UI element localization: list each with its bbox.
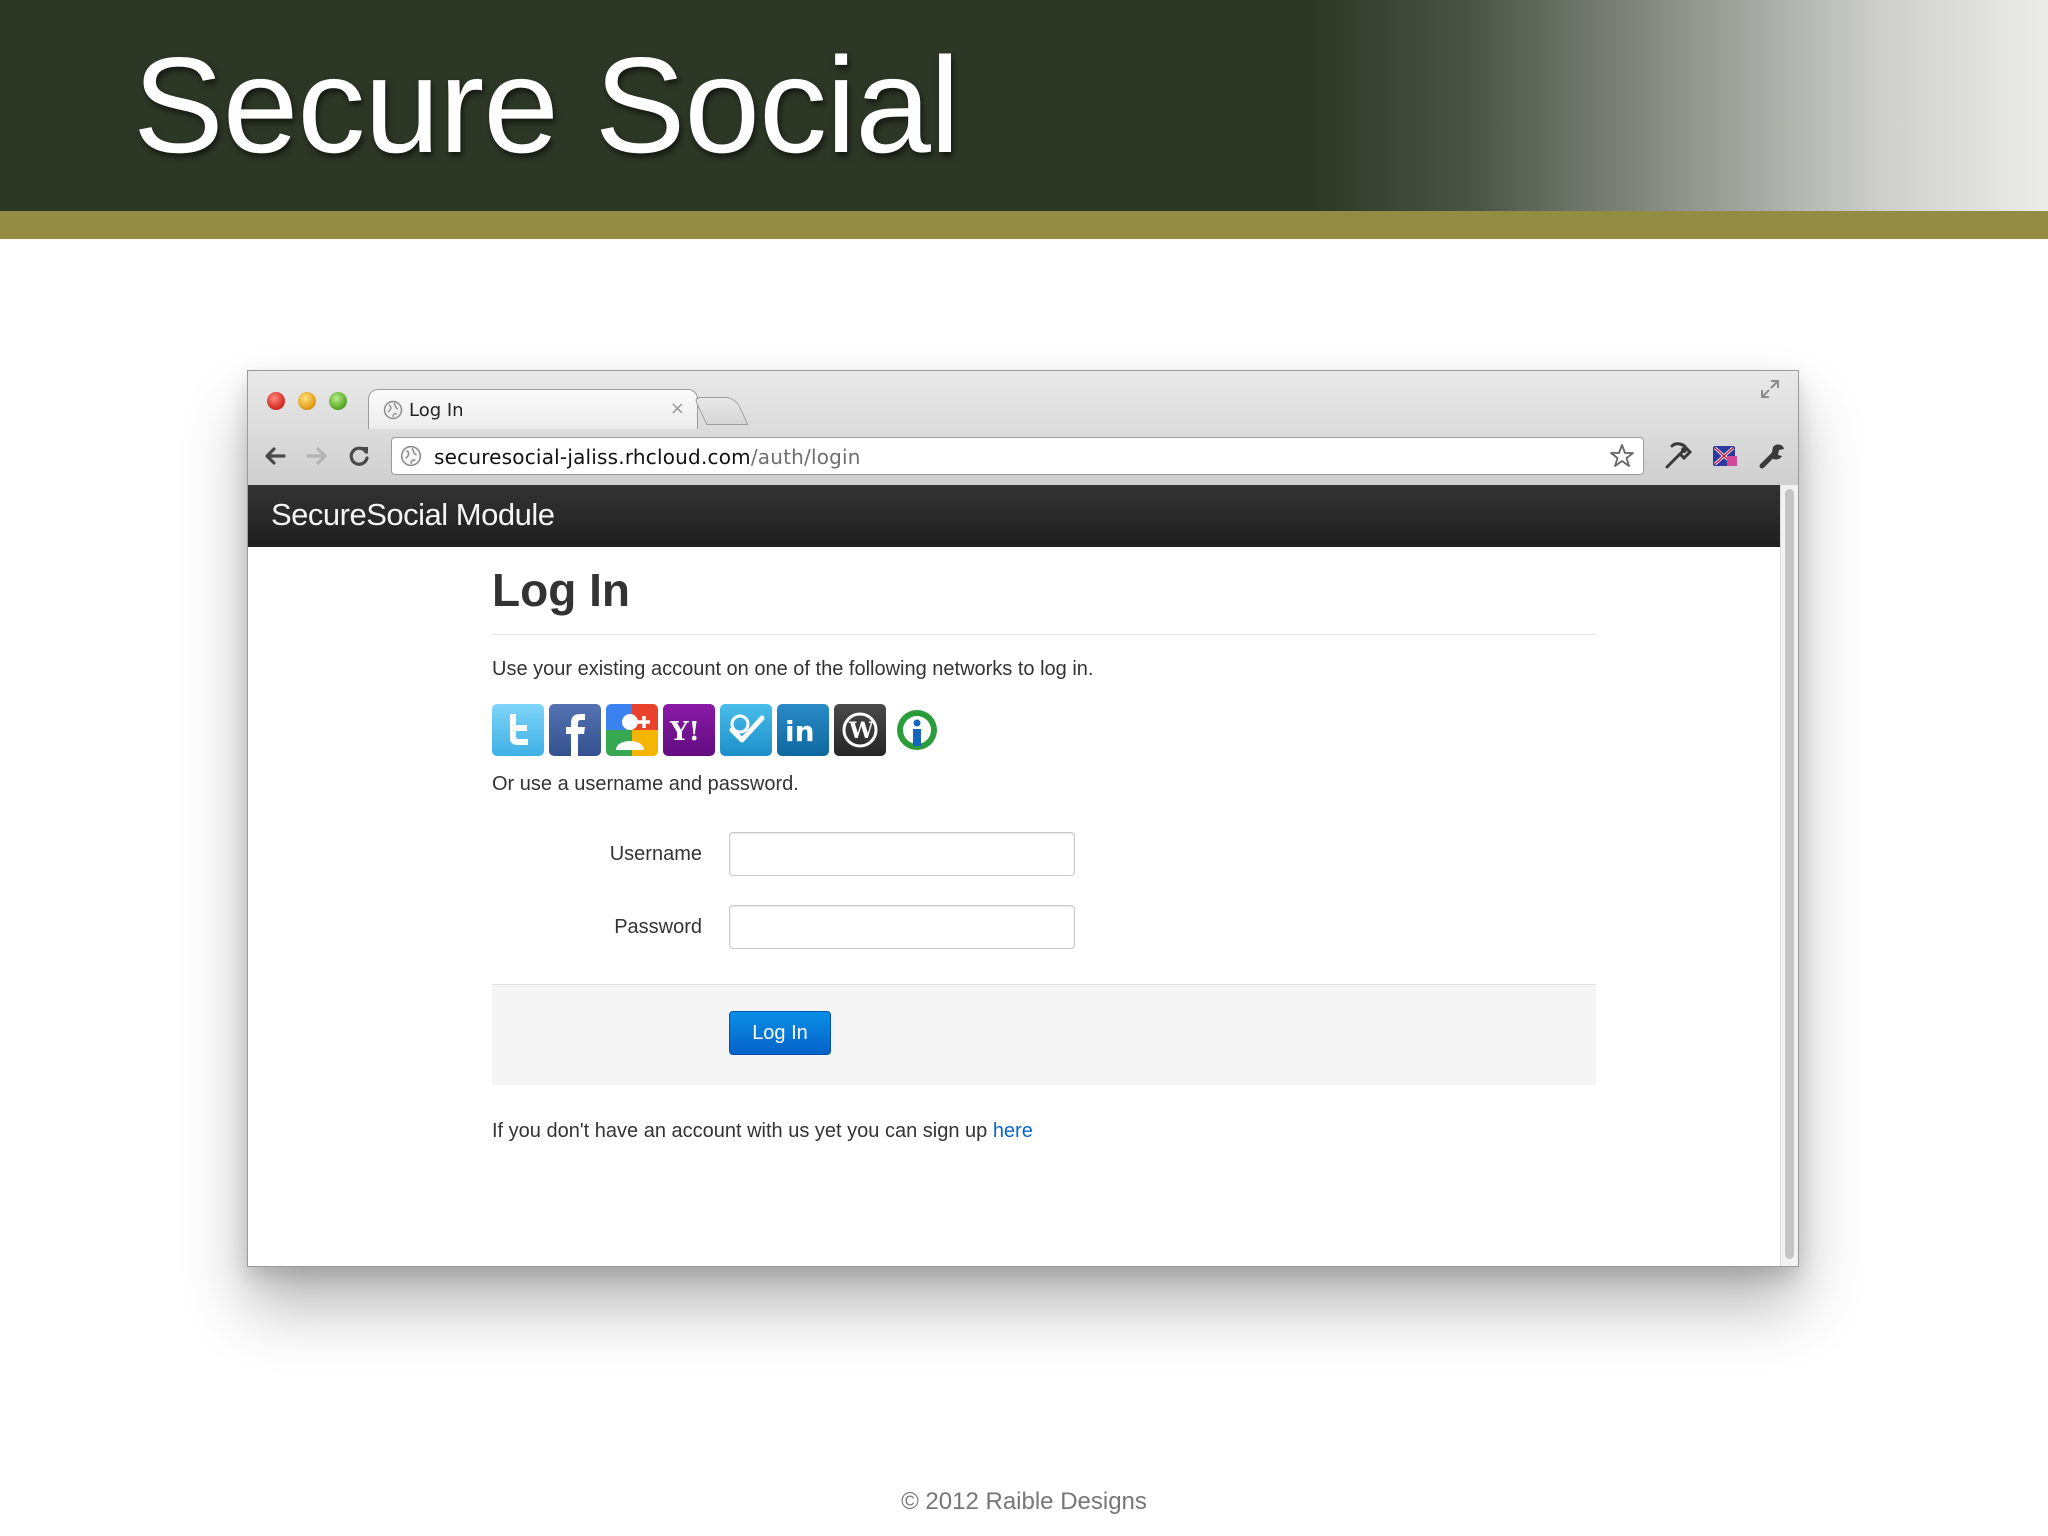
scrollbar-thumb[interactable] — [1785, 489, 1794, 1259]
extension-tools-icon[interactable] — [1662, 440, 1694, 472]
browser-chrome: Log In × securesocial-jaliss.rhcloud.com… — [248, 371, 1798, 486]
globe-icon — [400, 445, 422, 467]
extension-flag-icon[interactable] — [1709, 440, 1741, 472]
forward-arrow-icon[interactable] — [302, 441, 332, 471]
linkedin-icon[interactable]: in — [777, 704, 829, 756]
brand-link[interactable]: SecureSocial Module — [271, 497, 555, 533]
fullscreen-icon[interactable] — [1758, 377, 1782, 401]
yahoo-icon[interactable]: Y! — [663, 704, 715, 756]
slide-title: Secure Social — [133, 29, 960, 181]
svg-text:W: W — [848, 718, 874, 744]
divider — [492, 634, 1596, 635]
svg-text:in: in — [785, 715, 815, 748]
wordpress-icon[interactable]: W — [834, 704, 886, 756]
password-row: Password — [492, 905, 1092, 949]
reload-icon[interactable] — [344, 441, 374, 471]
header-stripe — [0, 211, 2048, 239]
intro-text: Use your existing account on one of the … — [492, 658, 1094, 680]
page-viewport: SecureSocial Module Log In Use your exis… — [248, 485, 1780, 1266]
twitter-icon[interactable] — [492, 704, 544, 756]
signup-text: If you don't have an account with us yet… — [492, 1120, 1033, 1143]
close-window-button[interactable] — [267, 392, 285, 410]
globe-icon — [383, 400, 403, 420]
openid-icon[interactable] — [891, 704, 943, 756]
tab-close-icon[interactable]: × — [670, 398, 685, 419]
wrench-icon[interactable] — [1756, 440, 1788, 472]
login-button[interactable]: Log In — [729, 1011, 831, 1055]
username-input[interactable] — [729, 832, 1075, 876]
svg-text:Y!: Y! — [669, 717, 700, 747]
address-url[interactable]: securesocial-jaliss.rhcloud.com/auth/log… — [434, 445, 861, 469]
tab-title: Log In — [409, 400, 464, 421]
navbar: SecureSocial Module — [248, 485, 1780, 547]
bookmark-star-icon[interactable] — [1609, 443, 1635, 469]
provider-list: Y! in W — [492, 704, 943, 756]
password-label: Password — [614, 916, 702, 938]
foursquare-icon[interactable] — [720, 704, 772, 756]
back-arrow-icon[interactable] — [260, 441, 290, 471]
google-icon[interactable] — [606, 704, 658, 756]
url-path: /auth/login — [750, 445, 861, 469]
scrollbar[interactable] — [1780, 485, 1798, 1266]
signup-link[interactable]: here — [993, 1120, 1033, 1142]
browser-window: Log In × securesocial-jaliss.rhcloud.com… — [247, 370, 1799, 1267]
signup-prompt: If you don't have an account with us yet… — [492, 1120, 993, 1142]
username-label: Username — [609, 843, 702, 865]
address-bar[interactable]: securesocial-jaliss.rhcloud.com/auth/log… — [391, 437, 1644, 475]
slide-footer: © 2012 Raible Designs — [901, 1488, 1147, 1515]
url-host: securesocial-jaliss.rhcloud.com — [434, 445, 751, 469]
username-row: Username — [492, 832, 1092, 876]
new-tab-button[interactable] — [693, 397, 749, 425]
form-actions: Log In — [492, 984, 1596, 1085]
browser-tab[interactable]: Log In × — [368, 389, 698, 429]
page-title: Log In — [492, 564, 630, 616]
zoom-window-button[interactable] — [329, 392, 347, 410]
password-input[interactable] — [729, 905, 1075, 949]
or-text: Or use a username and password. — [492, 773, 799, 795]
slide-header: Secure Social — [0, 0, 2048, 211]
minimize-window-button[interactable] — [298, 392, 316, 410]
facebook-icon[interactable] — [549, 704, 601, 756]
